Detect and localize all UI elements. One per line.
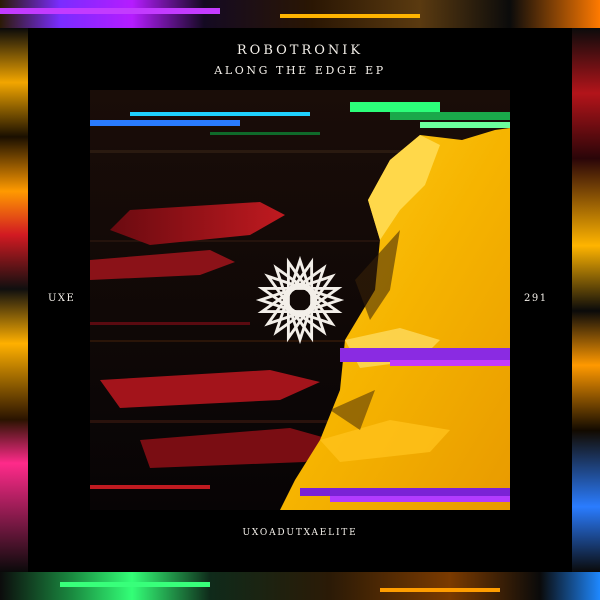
album-cover: ROBOTRONIK ALONG THE EDGE EP UXE 291 UXO… xyxy=(0,0,600,600)
artist-name: ROBOTRONIK xyxy=(236,43,364,58)
label-prefix: UXE xyxy=(48,293,76,304)
glitch-streak xyxy=(0,0,600,28)
label-name: UXOADUTXAELITE xyxy=(242,528,358,538)
glitch-streak xyxy=(60,582,210,587)
glitch-streak xyxy=(0,28,28,572)
glitch-streak xyxy=(572,28,600,572)
glitch-streak xyxy=(280,14,420,18)
glitch-streak xyxy=(0,8,220,14)
glitch-streak xyxy=(380,588,500,592)
release-title: ALONG THE EDGE EP xyxy=(214,64,386,77)
glitch-streak xyxy=(0,572,600,600)
catalog-number: 291 xyxy=(524,293,548,304)
star-polygon-icon xyxy=(255,255,345,345)
